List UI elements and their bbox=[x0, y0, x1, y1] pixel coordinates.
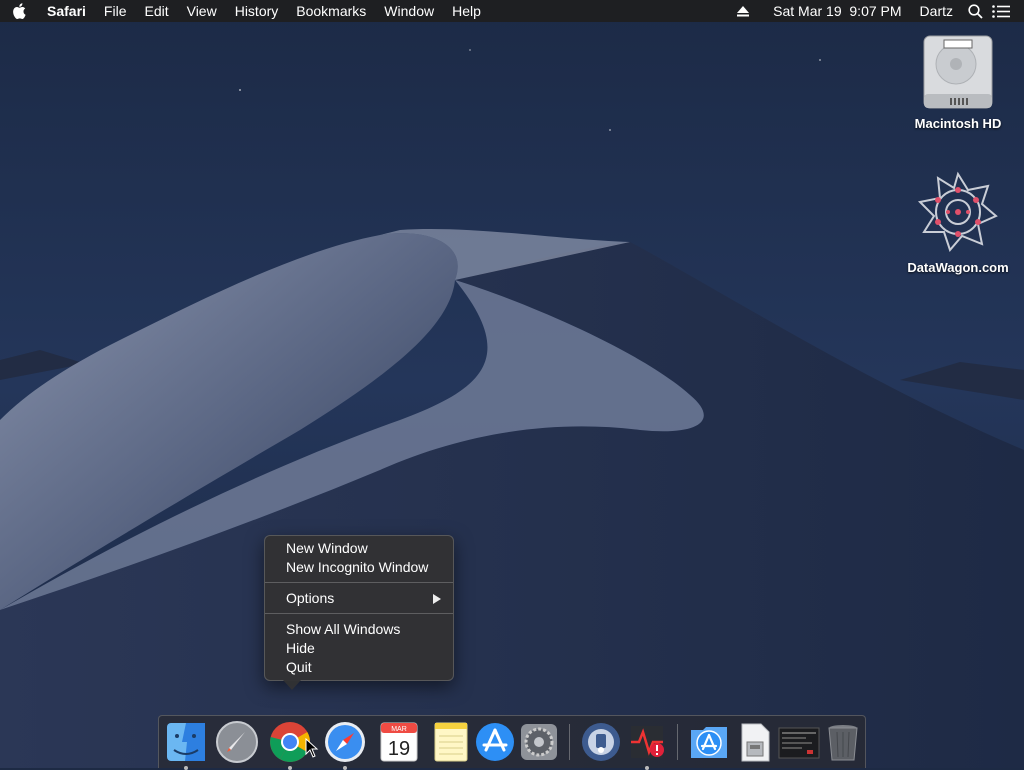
menu-item-options-label: Options bbox=[286, 590, 335, 606]
menu-edit[interactable]: Edit bbox=[135, 0, 177, 22]
dock-app-diagnostics[interactable] bbox=[625, 720, 669, 770]
utility-app-icon bbox=[582, 723, 620, 761]
desktop-icon-label: DataWagon.com bbox=[907, 260, 1009, 275]
dock-context-menu: New Window New Incognito Window Options … bbox=[264, 535, 454, 681]
running-indicator bbox=[184, 766, 188, 770]
menu-bar: Safari File Edit View History Bookmarks … bbox=[0, 0, 1024, 22]
menu-bookmarks[interactable]: Bookmarks bbox=[287, 0, 375, 22]
datawagon-app-icon bbox=[917, 171, 998, 252]
system-preferences-icon bbox=[521, 724, 557, 760]
eject-icon[interactable] bbox=[730, 0, 756, 22]
running-indicator bbox=[343, 766, 347, 770]
dock-app-finder[interactable] bbox=[164, 720, 208, 770]
apple-logo-icon[interactable] bbox=[0, 0, 38, 22]
menu-item-new-incognito-window[interactable]: New Incognito Window bbox=[265, 558, 453, 577]
mouse-pointer-icon bbox=[305, 738, 319, 758]
notes-icon bbox=[434, 722, 468, 762]
menu-item-options[interactable]: Options bbox=[265, 589, 453, 608]
menu-file[interactable]: File bbox=[95, 0, 136, 22]
calendar-month: MAR bbox=[391, 726, 407, 733]
calendar-icon: MAR 19 bbox=[380, 722, 418, 762]
dock-app-trash[interactable] bbox=[821, 720, 865, 764]
document-icon bbox=[741, 723, 770, 762]
menu-item-new-window[interactable]: New Window bbox=[265, 539, 453, 558]
desktop-wallpaper bbox=[0, 0, 1024, 768]
menu-help[interactable]: Help bbox=[443, 0, 490, 22]
safari-icon bbox=[325, 722, 365, 762]
clock-datetime[interactable]: Sat Mar 19 9:07 PM bbox=[764, 0, 910, 22]
dock-divider bbox=[569, 724, 570, 760]
dock-app-document[interactable] bbox=[733, 720, 777, 764]
hard-drive-icon bbox=[923, 35, 993, 109]
dock-app-calendar[interactable]: MAR 19 bbox=[377, 720, 421, 764]
submenu-arrow-icon bbox=[433, 594, 441, 604]
menu-separator bbox=[265, 582, 453, 583]
dock-app-launchpad[interactable] bbox=[215, 720, 259, 764]
desktop-icon-macintosh-hd[interactable]: Macintosh HD bbox=[903, 34, 1013, 131]
dock-app-app-store[interactable] bbox=[473, 720, 517, 764]
dock: MAR 19 bbox=[158, 715, 866, 770]
menu-separator bbox=[265, 613, 453, 614]
launchpad-icon bbox=[216, 721, 258, 763]
notification-center-icon[interactable] bbox=[988, 0, 1014, 22]
diagnostics-app-icon bbox=[631, 726, 664, 758]
menu-item-show-all-windows[interactable]: Show All Windows bbox=[265, 620, 453, 639]
context-menu-pointer bbox=[283, 680, 301, 690]
applications-folder-icon bbox=[691, 727, 727, 758]
app-store-icon bbox=[476, 723, 514, 761]
running-indicator bbox=[645, 766, 649, 770]
dock-app-screenshot[interactable] bbox=[777, 720, 821, 764]
menu-window[interactable]: Window bbox=[375, 0, 443, 22]
menu-item-quit[interactable]: Quit bbox=[265, 658, 453, 677]
desktop-icon-label: Macintosh HD bbox=[914, 116, 1002, 131]
dock-app-notes[interactable] bbox=[429, 720, 473, 764]
user-name[interactable]: Dartz bbox=[911, 0, 962, 22]
calendar-day: 19 bbox=[388, 738, 410, 760]
menu-view[interactable]: View bbox=[178, 0, 226, 22]
dock-app-safari[interactable] bbox=[323, 720, 367, 770]
dock-app-system-preferences[interactable] bbox=[517, 720, 561, 764]
desktop-icon-datawagon[interactable]: DataWagon.com bbox=[903, 170, 1013, 275]
menu-item-hide[interactable]: Hide bbox=[265, 639, 453, 658]
menu-history[interactable]: History bbox=[226, 0, 288, 22]
dock-divider bbox=[677, 724, 678, 760]
spotlight-search-icon[interactable] bbox=[962, 0, 988, 22]
dock-app-applications[interactable] bbox=[687, 720, 731, 764]
screenshot-thumbnail-icon bbox=[778, 727, 820, 759]
running-indicator bbox=[288, 766, 292, 770]
trash-icon bbox=[828, 725, 858, 761]
menu-app-name[interactable]: Safari bbox=[38, 0, 95, 22]
dock-app-utility[interactable] bbox=[579, 720, 623, 764]
finder-icon bbox=[167, 723, 205, 761]
